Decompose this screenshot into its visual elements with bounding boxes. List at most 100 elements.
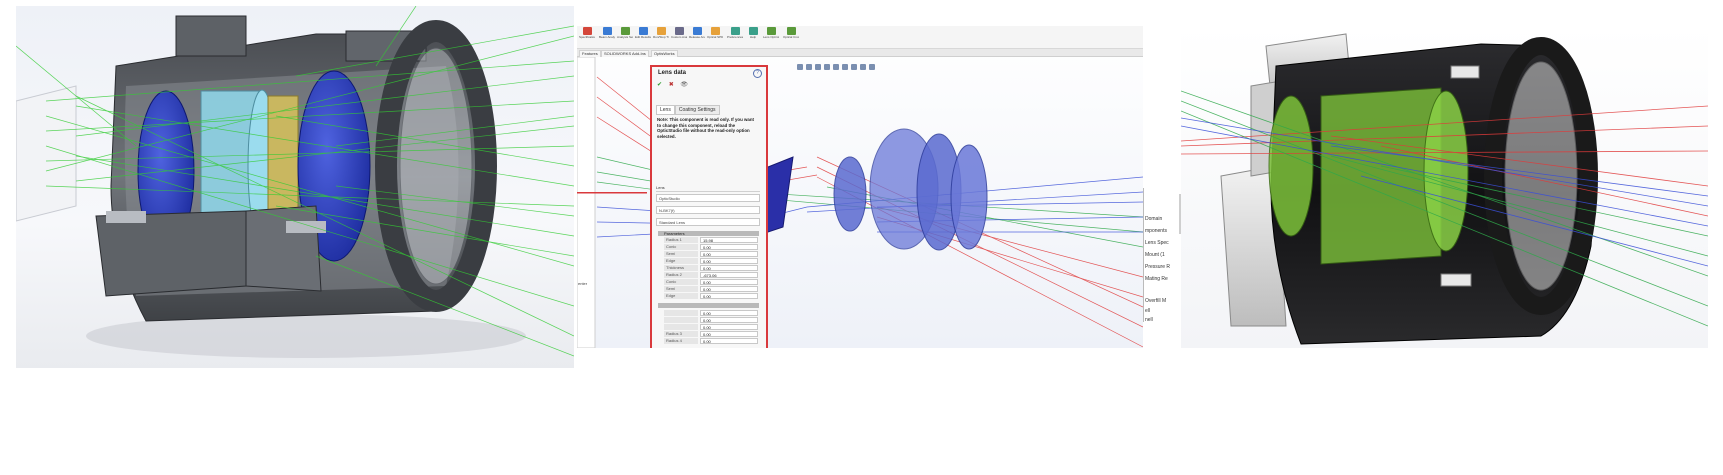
sidebar-item[interactable]: Pressure R <box>1145 264 1170 270</box>
param-input[interactable]: 0.00 <box>700 331 758 337</box>
lens-element-4 <box>950 144 988 250</box>
param-row: Edge 0.00 <box>664 293 759 299</box>
param-input[interactable]: 0.00 <box>700 293 758 299</box>
param-row: Semi 0.00 <box>664 251 759 257</box>
ribbon-button[interactable]: Edit Results <box>635 27 651 45</box>
help-icon[interactable]: ? <box>753 69 762 78</box>
sidebar-item[interactable]: Overfill M <box>1145 298 1166 304</box>
param-label: Conic <box>664 244 698 250</box>
sidebar-item[interactable]: mponents <box>1145 228 1167 234</box>
feature-tree-strip <box>577 57 596 348</box>
param-input[interactable]: 0.00 <box>700 244 758 250</box>
param-row: 0.00 <box>664 310 759 316</box>
tab-optisworks[interactable]: OptisWorks <box>651 50 678 57</box>
sidebar-item[interactable]: Mating Re <box>1145 276 1168 282</box>
param-label <box>664 324 698 330</box>
param-row: Conic 0.00 <box>664 244 759 250</box>
ribbon-button-label: Specification Sources <box>579 36 595 39</box>
left-label: enter <box>578 281 588 286</box>
tab-addins[interactable]: SOLIDWORKS Add-Ins <box>601 50 649 57</box>
ribbon-button[interactable]: Optical Cross Reference <box>783 27 799 45</box>
param-row: 0.00 <box>664 317 759 323</box>
red-axis-line <box>577 192 647 194</box>
lens-element-1 <box>833 156 867 232</box>
section-lens[interactable]: Lens <box>656 185 760 192</box>
ribbon-toolbar: Specification Sources Beam Analysis Anal… <box>577 26 1143 49</box>
rendered-lens-cutaway-drawing <box>1181 33 1708 345</box>
ribbon-button[interactable]: Release Analysis <box>689 27 705 45</box>
ribbon-button[interactable]: Specification Sources <box>579 27 595 45</box>
ribbon-button[interactable]: Analysis Settings <box>617 27 633 45</box>
ribbon-button-label: Optical SPD <box>707 36 723 39</box>
ribbon-button-label: Custom Analysis <box>671 36 687 39</box>
ribbon-button-label: Optical Cross Reference <box>783 36 799 39</box>
param-input[interactable]: 0.00 <box>700 279 758 285</box>
param-input[interactable]: 0.00 <box>700 317 758 323</box>
param-row: Edge 0.00 <box>664 258 759 264</box>
param-input[interactable]: -673.06 <box>700 272 758 278</box>
param-label <box>664 310 698 316</box>
software-screenshot: Specification Sources Beam Analysis Anal… <box>577 26 1143 348</box>
ribbon-button[interactable]: Beam Analysis <box>599 27 615 45</box>
param-label: Thickness <box>664 265 698 271</box>
ribbon-button-label: Preferences <box>727 36 743 39</box>
param-label: Radius 1 <box>664 237 698 243</box>
lens-data-property-manager: Lens data ? ✔ ✖ 👁 Lens Coating Settings N… <box>650 65 768 348</box>
cad-lens-cutaway-drawing <box>16 6 574 358</box>
param-row: 0.00 <box>664 324 759 330</box>
param-input[interactable]: 0.00 <box>700 265 758 271</box>
param-row: Radius 3 0.00 <box>664 331 759 337</box>
ribbon-button-label: Beam Analysis <box>599 36 615 39</box>
source-dropdown[interactable]: OpticStudio <box>656 194 760 202</box>
tab-lens[interactable]: Lens <box>656 105 675 115</box>
param-label <box>664 317 698 323</box>
ribbon-button[interactable]: Custom Analysis <box>671 27 687 45</box>
lens-type-dropdown[interactable]: Standard Lens <box>656 218 760 226</box>
cad-lens-cutaway-image <box>16 6 574 368</box>
sidebar-item[interactable]: nell <box>1145 317 1153 323</box>
param-label: Radius 4 <box>664 338 698 344</box>
param-label: Radius 3 <box>664 331 698 337</box>
ok-icon[interactable]: ✔ <box>657 82 662 88</box>
tab-features[interactable]: Features <box>579 50 601 57</box>
cancel-icon[interactable]: ✖ <box>669 82 674 88</box>
ribbon-button-label: Analysis Settings <box>617 36 633 39</box>
preview-icon[interactable]: 👁 <box>680 82 688 88</box>
param-label: Semi <box>664 251 698 257</box>
sidebar-item[interactable]: Mount (1 <box>1145 252 1165 258</box>
rendered-lens-cutaway-image <box>1181 26 1708 348</box>
param-row: Radius 2 -673.06 <box>664 272 759 278</box>
ribbon-button[interactable]: Preferences <box>727 27 743 45</box>
ribbon-button-label: Edit Results <box>635 36 651 39</box>
parameters-group-header[interactable]: Parameters <box>658 231 759 236</box>
param-label: Radius 2 <box>664 272 698 278</box>
param-input[interactable]: 15.98 <box>700 237 758 243</box>
command-tabs: Features SOLIDWORKS Add-Ins OptisWorks <box>577 49 1143 57</box>
tab-coating-settings[interactable]: Coating Settings <box>674 105 720 115</box>
param-row: Thickness 0.00 <box>664 265 759 271</box>
param-row: Radius 1 15.98 <box>664 237 759 243</box>
param-row: Conic 0.00 <box>664 279 759 285</box>
param-row: Semi 0.00 <box>664 286 759 292</box>
ribbon-button[interactable]: Lens Optimization <box>763 27 779 45</box>
sidebar-item[interactable]: ell <box>1145 308 1150 314</box>
ribbon-button-label: Release Analysis <box>689 36 705 39</box>
param-input[interactable]: 0.00 <box>700 258 758 264</box>
param-input[interactable]: 0.00 <box>700 310 758 316</box>
partial-sidebar: Domain mponents Lens Spec Mount (1 Press… <box>1143 188 1183 323</box>
property-manager-title: Lens data <box>658 70 687 76</box>
ribbon-button[interactable]: Help <box>745 27 761 45</box>
param-input[interactable]: 0.00 <box>700 338 758 344</box>
sidebar-item[interactable]: Domain <box>1145 216 1162 222</box>
ribbon-button[interactable]: Optical SPD <box>707 27 723 45</box>
param-input[interactable]: 0.00 <box>700 251 758 257</box>
param-input[interactable]: 0.00 <box>700 324 758 330</box>
param-input[interactable]: 0.00 <box>700 286 758 292</box>
second-group-header[interactable] <box>658 303 759 308</box>
ribbon-button-label: Lens Optimization <box>763 36 779 39</box>
sidebar-item[interactable]: Lens Spec <box>1145 240 1169 246</box>
material-dropdown[interactable]: N-BK7(f) <box>656 206 760 214</box>
ribbon-button[interactable]: Run/Stop Trace <box>653 27 669 45</box>
ribbon-button-label: Run/Stop Trace <box>653 36 669 39</box>
param-label: Edge <box>664 258 698 264</box>
